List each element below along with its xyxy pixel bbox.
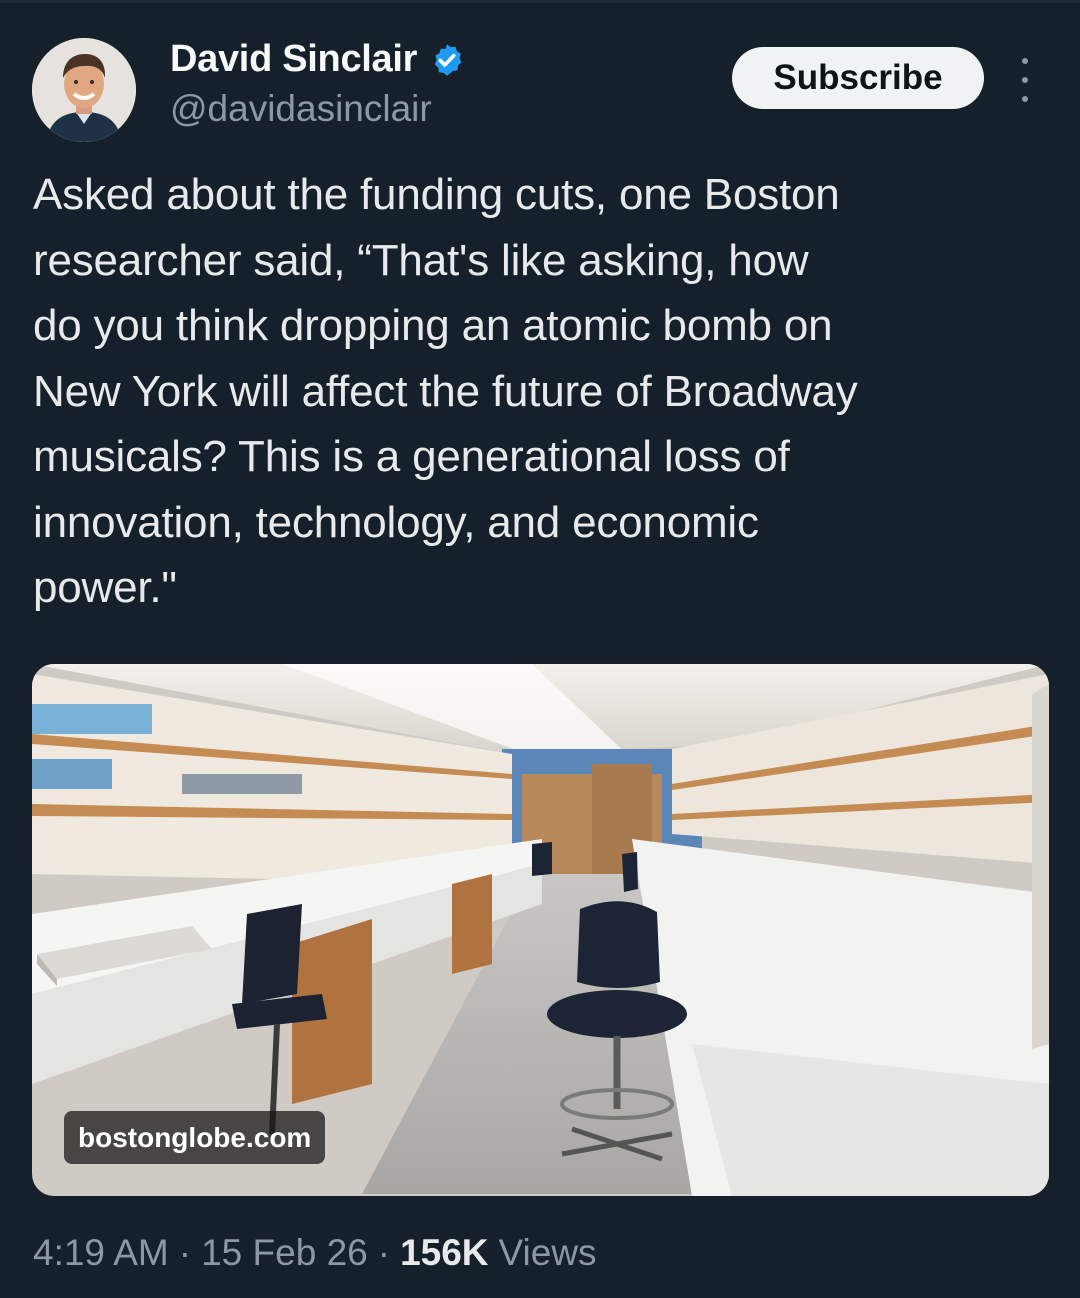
tweet-line: do you think dropping an atomic bomb on xyxy=(33,301,833,350)
subscribe-button[interactable]: Subscribe xyxy=(732,47,984,109)
meta-separator: · xyxy=(377,1232,391,1273)
tweet-line: researcher said, “That's like asking, ho… xyxy=(33,235,809,285)
top-divider xyxy=(0,0,1080,3)
tweet-line: power." xyxy=(33,563,177,612)
views-count[interactable]: 156K xyxy=(400,1232,488,1274)
author-name[interactable]: David Sinclair xyxy=(170,38,417,81)
tweet-meta: 4:19 AM · 15 Feb 26 · 156K Views xyxy=(33,1232,597,1274)
more-vertical-icon[interactable] xyxy=(1010,58,1040,102)
tweet-line: New York will affect the future of Broad… xyxy=(33,366,858,416)
meta-separator: · xyxy=(178,1232,192,1273)
tweet-text: Asked about the funding cuts, one Boston… xyxy=(33,162,1043,621)
more-dot xyxy=(1022,58,1028,64)
media-source-label[interactable]: bostonglobe.com xyxy=(64,1111,326,1164)
more-dot xyxy=(1022,96,1028,102)
tweet-date[interactable]: 15 Feb 26 xyxy=(201,1232,368,1274)
tweet-line: musicals? This is a generational loss of xyxy=(33,432,790,481)
author-handle[interactable]: @davidasinclair xyxy=(170,88,432,130)
avatar[interactable] xyxy=(32,38,136,142)
author-name-row[interactable]: David Sinclair xyxy=(170,38,465,81)
avatar-photo xyxy=(32,38,136,142)
tweet-line: Asked about the funding cuts, one Boston xyxy=(33,170,840,219)
tweet-line: innovation, technology, and economic xyxy=(33,497,759,547)
verified-badge-icon xyxy=(434,43,462,76)
more-dot xyxy=(1022,77,1028,83)
tweet-time[interactable]: 4:19 AM xyxy=(33,1232,169,1274)
views-label: Views xyxy=(498,1232,597,1273)
